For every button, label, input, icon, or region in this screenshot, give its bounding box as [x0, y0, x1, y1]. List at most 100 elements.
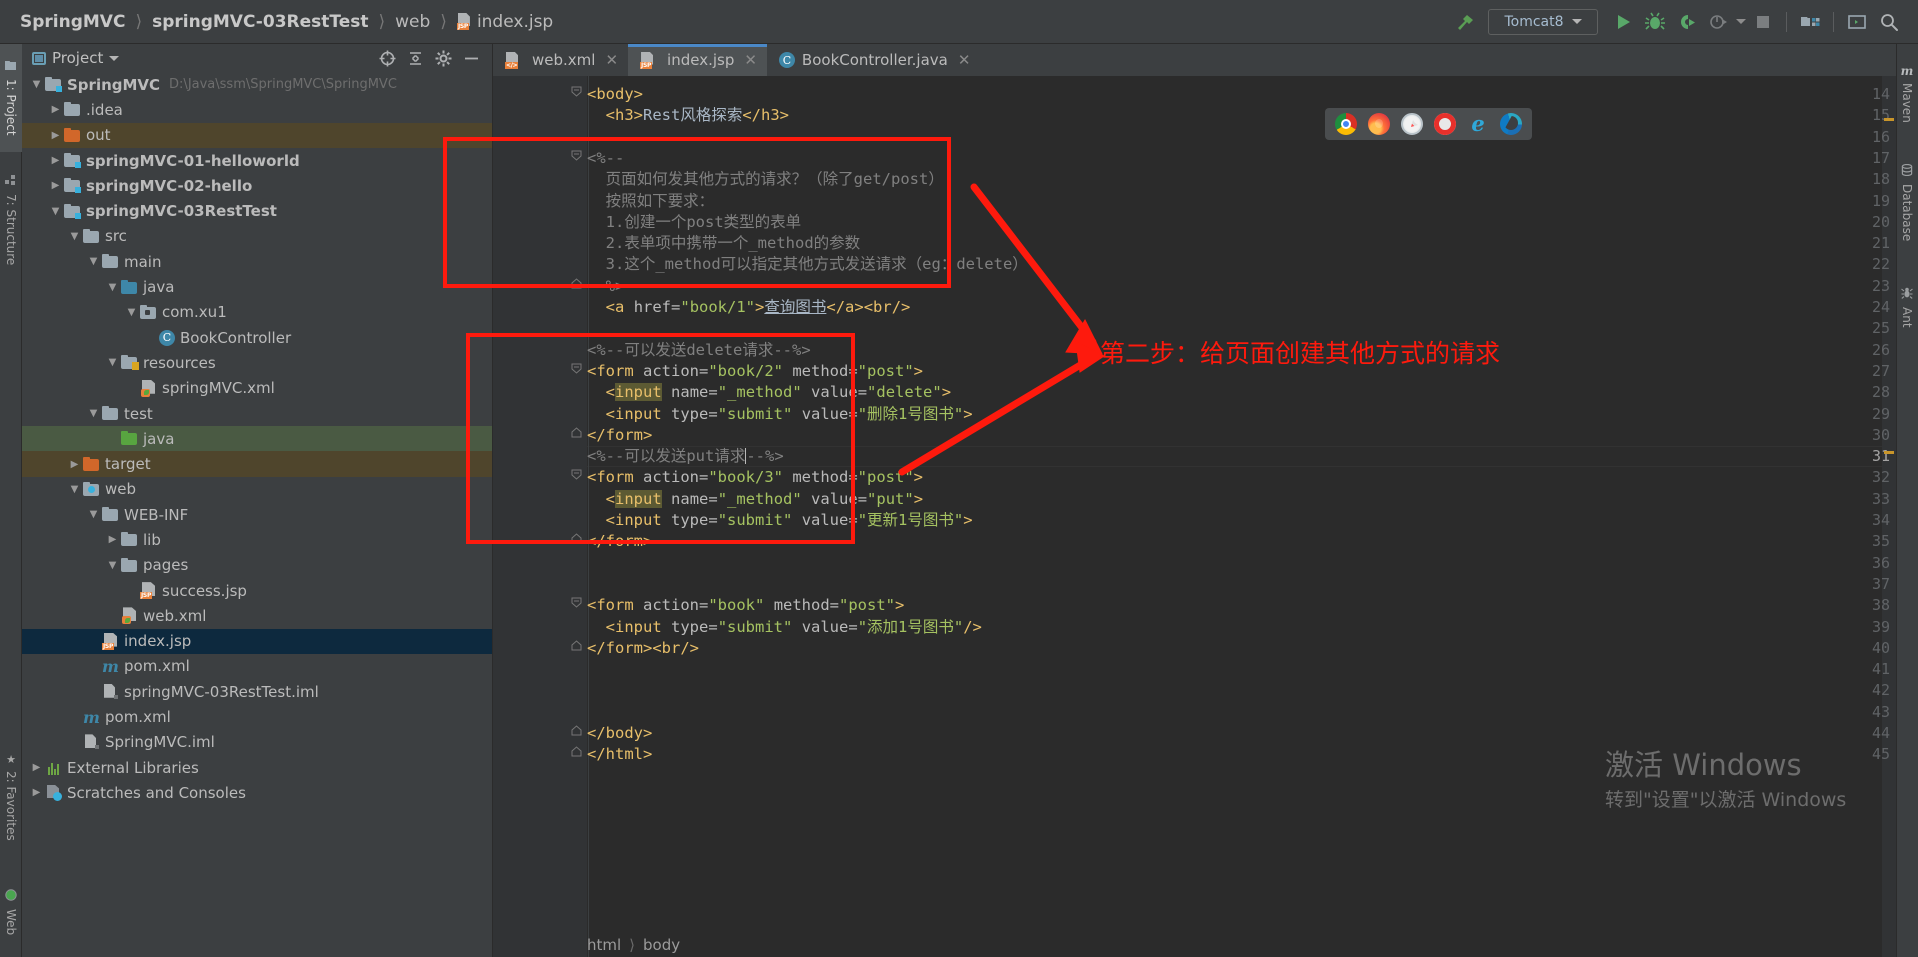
tree-item-springmvc-iml[interactable]: SpringMVC.iml	[22, 730, 492, 755]
chevron-down-icon[interactable]: ▼	[28, 79, 45, 90]
code-line[interactable]: <input type="submit" value="添加1号图书"/>	[587, 617, 982, 638]
fold-collapse-icon[interactable]	[571, 595, 582, 616]
tree-item-main[interactable]: ▼ main	[22, 249, 492, 274]
tree-item-lib[interactable]: ▶ lib	[22, 527, 492, 552]
sidebar-item-ant[interactable]: Ant	[1896, 272, 1918, 342]
tree-item-out[interactable]: ▶ out	[22, 122, 492, 148]
hide-panel-icon[interactable]	[462, 49, 480, 67]
chevron-down-icon[interactable]: ▼	[66, 484, 83, 495]
sidebar-item-favorites[interactable]: ★ 2: Favorites	[0, 733, 22, 861]
tree-item-external-libraries[interactable]: ▶ External Libraries	[22, 755, 492, 780]
terminal-icon[interactable]	[1842, 7, 1872, 37]
hammer-icon[interactable]	[1450, 7, 1480, 37]
tree-item-com-xu1[interactable]: ▼ com.xu1	[22, 300, 492, 325]
chevron-down-icon[interactable]: ▼	[104, 560, 121, 571]
inspection-marker[interactable]	[1884, 118, 1894, 121]
fold-end-icon[interactable]	[571, 723, 582, 744]
breadcrumb-item-web[interactable]: web	[389, 12, 436, 32]
tree-item-success-jsp[interactable]: JSP success.jsp	[22, 578, 492, 603]
tree-item-pom-xml[interactable]: m pom.xml	[22, 704, 492, 729]
tree-item-pages[interactable]: ▼ pages	[22, 553, 492, 578]
fold-collapse-icon[interactable]	[571, 84, 582, 105]
editor-tab-index-jsp[interactable]: JSP index.jsp ✕	[628, 44, 767, 76]
collapse-all-icon[interactable]	[406, 49, 424, 67]
tree-item-idea[interactable]: ▶ .idea	[22, 97, 492, 122]
sidebar-item-web[interactable]: Web	[0, 873, 22, 951]
code-line[interactable]: </html>	[587, 744, 652, 765]
browser-launch-bar[interactable]: e	[1325, 108, 1532, 140]
editor-tab-web-xml[interactable]: </> web.xml ✕	[493, 44, 628, 76]
opera-icon[interactable]	[1434, 113, 1456, 135]
tree-item-springmvc-01-helloworld[interactable]: ▶ springMVC-01-helloworld	[22, 148, 492, 173]
tree-item-target[interactable]: ▶ target	[22, 451, 492, 477]
tree-item-bookcontroller[interactable]: C BookController	[22, 325, 492, 350]
code-line[interactable]: <form action="book" method="post">	[587, 595, 904, 616]
settings-gear-icon[interactable]	[434, 49, 452, 67]
breadcrumb-item-module[interactable]: springMVC-03RestTest	[146, 12, 374, 32]
tree-item-springmvc[interactable]: ▼ SpringMVC D:\Java\ssm\SpringMVC\SpringMV…	[22, 72, 492, 97]
scroll-from-source-icon[interactable]	[378, 49, 396, 67]
fold-end-icon[interactable]	[571, 744, 582, 765]
code-line[interactable]: </body>	[587, 723, 652, 744]
sidebar-item-maven[interactable]: m Maven	[1896, 50, 1918, 136]
tree-item-resources[interactable]: ▼ resources	[22, 350, 492, 375]
edge-icon[interactable]	[1500, 113, 1522, 135]
chevron-right-icon[interactable]: ▶	[47, 104, 64, 115]
tree-item-pom-xml[interactable]: m pom.xml	[22, 654, 492, 679]
chevron-down-icon[interactable]: ▼	[85, 408, 102, 419]
close-icon[interactable]: ✕	[958, 51, 971, 69]
chevron-right-icon[interactable]: ▶	[47, 155, 64, 166]
safari-icon[interactable]	[1401, 113, 1423, 135]
tree-item-web-xml[interactable]: web.xml	[22, 603, 492, 628]
internet-explorer-icon[interactable]: e	[1467, 113, 1489, 135]
inspection-marker[interactable]	[1884, 451, 1894, 454]
chevron-right-icon[interactable]: ▶	[47, 130, 64, 141]
code-breadcrumb-html[interactable]: html	[587, 936, 621, 954]
close-icon[interactable]: ✕	[605, 51, 618, 69]
chevron-down-icon[interactable]	[1736, 19, 1746, 24]
chevron-down-icon[interactable]	[109, 55, 120, 61]
sidebar-item-database[interactable]: Database	[1896, 144, 1918, 262]
code-breadcrumb-body[interactable]: body	[643, 936, 680, 954]
chevron-right-icon[interactable]: ▶	[28, 762, 45, 773]
chevron-down-icon[interactable]: ▼	[47, 206, 64, 217]
editor-tab-bookcontroller-java[interactable]: C BookController.java ✕	[767, 44, 981, 76]
tree-item-scratches-and-consoles[interactable]: ▶ Scratches and Consoles	[22, 780, 492, 805]
chevron-down-icon[interactable]: ▼	[123, 307, 140, 318]
chevron-right-icon[interactable]: ▶	[66, 459, 83, 470]
tree-item-springmvc-03resttest[interactable]: ▼ springMVC-03RestTest	[22, 198, 492, 223]
code-line[interactable]: </form><br/>	[587, 638, 699, 659]
sidebar-item-project[interactable]: 1: Project	[0, 44, 22, 152]
profiler-icon[interactable]	[1704, 7, 1734, 37]
tree-item-test[interactable]: ▼ test	[22, 401, 492, 426]
breadcrumb-item-project[interactable]: SpringMVC	[14, 12, 131, 32]
chevron-right-icon[interactable]: ▶	[104, 534, 121, 545]
fold-end-icon[interactable]	[571, 638, 582, 659]
sidebar-item-structure[interactable]: 7: Structure	[0, 156, 22, 284]
debug-icon[interactable]	[1640, 7, 1670, 37]
search-everywhere-icon[interactable]	[1874, 7, 1904, 37]
project-tree[interactable]: ▼ SpringMVC D:\Java\ssm\SpringMVC\SpringMV…	[22, 72, 492, 806]
firefox-icon[interactable]	[1368, 113, 1390, 135]
tree-item-java[interactable]: java	[22, 426, 492, 452]
code-line[interactable]: <body>	[587, 84, 643, 105]
chevron-right-icon[interactable]: ▶	[47, 180, 64, 191]
chevron-down-icon[interactable]: ▼	[104, 357, 121, 368]
chevron-down-icon[interactable]: ▼	[66, 231, 83, 242]
breadcrumb-item-file[interactable]: JSP index.jsp	[451, 12, 559, 32]
stop-icon[interactable]	[1748, 7, 1778, 37]
tree-item-springmvc-03resttest-iml[interactable]: springMVC-03RestTest.iml	[22, 679, 492, 704]
tree-item-springmvc-02-hello[interactable]: ▶ springMVC-02-hello	[22, 173, 492, 198]
code-line[interactable]: <a href="book/1">查询图书</a><br/>	[587, 297, 911, 318]
close-icon[interactable]: ✕	[744, 51, 757, 69]
chrome-icon[interactable]	[1335, 113, 1357, 135]
tree-item-java[interactable]: ▼ java	[22, 274, 492, 299]
tree-item-index-jsp[interactable]: JSP index.jsp	[22, 628, 492, 654]
run-icon[interactable]	[1608, 7, 1638, 37]
tree-item-springmvc-xml[interactable]: springMVC.xml	[22, 376, 492, 401]
chevron-down-icon[interactable]: ▼	[104, 282, 121, 293]
tree-item-web[interactable]: ▼ web	[22, 477, 492, 502]
chevron-right-icon[interactable]: ▶	[28, 787, 45, 798]
project-structure-icon[interactable]	[1795, 7, 1825, 37]
run-configuration-selector[interactable]: Tomcat8	[1488, 8, 1598, 35]
